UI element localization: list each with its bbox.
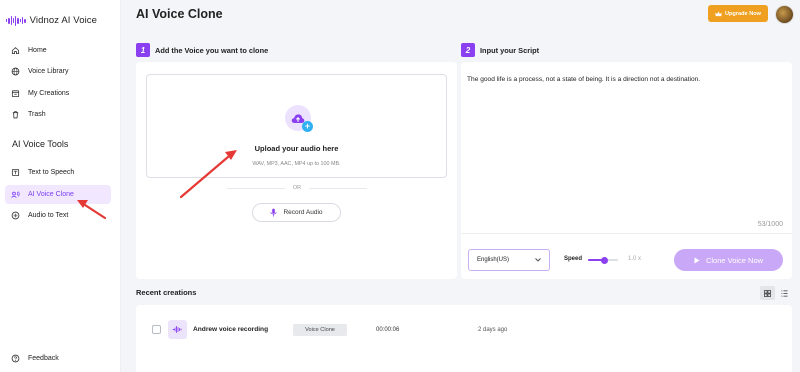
home-icon bbox=[11, 47, 20, 55]
row-checkbox[interactable] bbox=[152, 325, 161, 334]
upload-title: Upload your audio here bbox=[254, 144, 339, 153]
sidebar-item-label: My Creations bbox=[28, 90, 70, 97]
divider bbox=[461, 233, 792, 234]
recent-creations-list: Andrew voice recording Voice Clone 00:00… bbox=[136, 305, 792, 372]
sidebar-item-label: Text to Speech bbox=[28, 169, 75, 176]
sidebar: Vidnoz AI Voice Home Voice Library My Cr… bbox=[0, 0, 121, 372]
avatar[interactable] bbox=[775, 5, 794, 24]
or-divider: OR bbox=[227, 185, 367, 191]
voice-wave-icon bbox=[168, 320, 187, 339]
record-audio-button[interactable]: Record Audio bbox=[252, 203, 341, 222]
speed-label: Speed bbox=[564, 256, 583, 262]
step-title: Add the Voice you want to clone bbox=[155, 45, 269, 55]
tools-section-title: AI Voice Tools bbox=[12, 139, 69, 149]
folder-icon bbox=[11, 90, 20, 98]
sidebar-item-ai-voice-clone[interactable]: AI Voice Clone bbox=[5, 185, 111, 204]
speed-value: 1.0 x bbox=[628, 256, 642, 262]
table-row[interactable]: Andrew voice recording Voice Clone 00:00… bbox=[136, 320, 792, 340]
sidebar-item-trash[interactable]: Trash bbox=[5, 105, 111, 124]
chevron-down-icon bbox=[535, 258, 541, 262]
list-view-icon[interactable] bbox=[777, 286, 792, 300]
voice-upload-panel: + Upload your audio here WAV, MP3, AAC, … bbox=[136, 62, 457, 279]
sidebar-item-label: Home bbox=[28, 47, 47, 54]
step-number: 1 bbox=[136, 43, 150, 57]
recent-creations-title: Recent creations bbox=[136, 288, 197, 297]
grid-view-icon[interactable] bbox=[760, 286, 775, 300]
upload-hint: WAV, MP3, AAC, MP4 up to 100 MB. bbox=[252, 161, 341, 167]
crown-icon bbox=[715, 11, 722, 16]
step-2-header: 2 Input your Script bbox=[461, 43, 539, 57]
sidebar-item-label: AI Voice Clone bbox=[28, 191, 74, 198]
clone-label: Clone Voice Now bbox=[705, 255, 764, 265]
clone-voice-button[interactable]: Clone Voice Now bbox=[674, 249, 783, 271]
upgrade-button[interactable]: Upgrade Now bbox=[708, 5, 768, 22]
page-title: AI Voice Clone bbox=[136, 7, 223, 21]
view-toggle bbox=[760, 286, 792, 300]
help-circle-icon bbox=[11, 354, 20, 363]
sidebar-item-text-to-speech[interactable]: Text to Speech bbox=[5, 163, 111, 182]
play-icon bbox=[694, 257, 700, 263]
globe-icon bbox=[11, 67, 20, 76]
upgrade-label: Upgrade Now bbox=[724, 10, 762, 17]
creation-date: 2 days ago bbox=[478, 327, 508, 333]
app-logo[interactable]: Vidnoz AI Voice bbox=[6, 15, 97, 26]
sidebar-item-label: Feedback bbox=[28, 355, 59, 362]
upload-cloud-icon: + bbox=[285, 105, 313, 132]
step-number: 2 bbox=[461, 43, 475, 57]
creation-duration: 00:00:06 bbox=[376, 327, 400, 333]
sidebar-item-label: Trash bbox=[28, 111, 46, 118]
sidebar-item-label: Voice Library bbox=[28, 68, 69, 75]
char-count: 53/1000 bbox=[757, 221, 783, 228]
clone-icon bbox=[11, 191, 20, 198]
script-panel: The good life is a process, not a state … bbox=[461, 62, 792, 279]
script-textarea[interactable]: The good life is a process, not a state … bbox=[467, 76, 700, 83]
sidebar-item-label: Audio to Text bbox=[28, 212, 69, 219]
record-label: Record Audio bbox=[283, 209, 323, 216]
sidebar-item-audio-to-text[interactable]: Audio to Text bbox=[5, 206, 111, 225]
or-label: OR bbox=[292, 185, 302, 191]
audio-text-icon bbox=[11, 211, 20, 220]
speed-slider[interactable] bbox=[588, 256, 618, 264]
audio-dropzone[interactable]: + Upload your audio here WAV, MP3, AAC, … bbox=[146, 74, 447, 178]
language-select[interactable]: English(US) bbox=[468, 249, 550, 271]
app-name: Vidnoz AI Voice bbox=[29, 15, 98, 26]
creation-name[interactable]: Andrew voice recording bbox=[193, 326, 268, 333]
step-1-header: 1 Add the Voice you want to clone bbox=[136, 43, 268, 57]
sidebar-item-feedback[interactable]: Feedback bbox=[5, 349, 111, 368]
sidebar-item-voice-library[interactable]: Voice Library bbox=[5, 62, 111, 81]
logo-wave-icon bbox=[6, 15, 26, 26]
sidebar-item-my-creations[interactable]: My Creations bbox=[5, 84, 111, 103]
microphone-icon bbox=[270, 208, 278, 217]
speech-icon bbox=[11, 168, 20, 177]
step-title: Input your Script bbox=[480, 45, 540, 55]
speed-slider-handle[interactable] bbox=[601, 256, 608, 264]
trash-icon bbox=[12, 111, 19, 119]
creation-type-badge: Voice Clone bbox=[293, 324, 347, 336]
sidebar-item-home[interactable]: Home bbox=[5, 41, 111, 60]
language-value: English(US) bbox=[477, 257, 510, 263]
